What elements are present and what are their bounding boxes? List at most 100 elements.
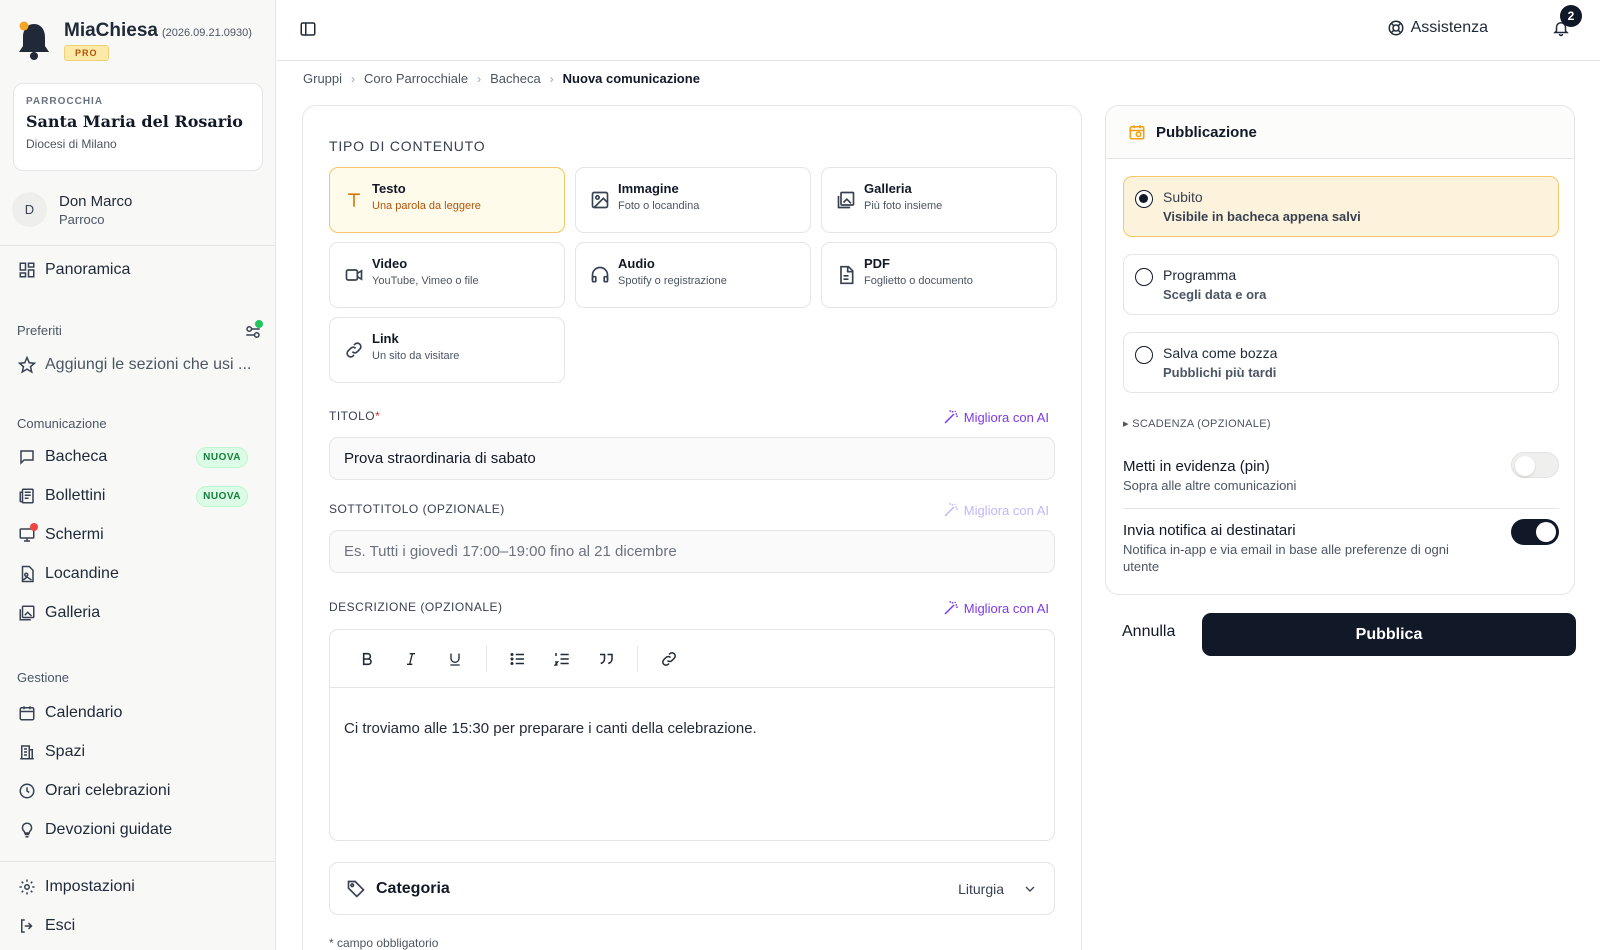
subtitle-input[interactable]: Es. Tutti i giovedì 17:00–19:00 fino al …: [329, 530, 1055, 573]
description-text[interactable]: Ci troviamo alle 15:30 per preparare i c…: [330, 688, 1054, 769]
type-subtitle: Una parola da leggere: [372, 200, 481, 212]
italic-icon[interactable]: [394, 642, 428, 676]
type-subtitle: Spotify o registrazione: [618, 275, 727, 287]
avatar: D: [12, 192, 47, 227]
app-name: MiaChiesa: [64, 20, 158, 41]
sidebar-item-spazi[interactable]: Spazi: [18, 740, 258, 764]
save-draft-option[interactable]: Salva come bozza Pubblichi più tardi: [1123, 332, 1559, 393]
type-text-option[interactable]: Testo Una parola da leggere: [329, 167, 565, 233]
type-title: PDF: [864, 256, 890, 271]
status-dot: [255, 320, 263, 328]
sidebar-item-settings[interactable]: Impostazioni: [18, 875, 258, 899]
expiry-toggle[interactable]: ▸ SCADENZA (OPZIONALE): [1123, 417, 1271, 430]
type-audio-option[interactable]: Audio Spotify o registrazione: [575, 242, 811, 308]
new-badge: NUOVA: [196, 446, 248, 468]
bullet-list-icon[interactable]: [501, 642, 535, 676]
brand[interactable]: MiaChiesa (2026.09.21.0930) PRO: [16, 20, 252, 62]
top-bar: Assistenza 2: [277, 0, 1600, 61]
type-gallery-option[interactable]: Galleria Più foto insieme: [821, 167, 1057, 233]
gallery-icon: [19, 605, 35, 621]
help-button[interactable]: Assistenza: [1387, 19, 1488, 37]
radio-selected[interactable]: [1135, 190, 1153, 208]
notify-toggle[interactable]: [1511, 519, 1559, 545]
sidebar-item-label: Panoramica: [45, 261, 131, 278]
sidebar-item-galleria[interactable]: Galleria: [18, 601, 258, 625]
sidebar-item-bacheca[interactable]: Bacheca NUOVA: [18, 445, 258, 469]
type-subtitle: Un sito da visitare: [372, 350, 460, 362]
underline-icon[interactable]: [438, 642, 472, 676]
link-icon: [346, 342, 362, 358]
sidebar-item-label: Spazi: [45, 743, 86, 760]
publish-now-option[interactable]: Subito Visibile in bacheca appena salvi: [1123, 176, 1559, 237]
favorites-add[interactable]: Aggiungi le sezioni che usi ...: [18, 353, 258, 377]
type-image-option[interactable]: Immagine Foto o locandina: [575, 167, 811, 233]
description-editor: Ci troviamo alle 15:30 per preparare i c…: [329, 629, 1055, 841]
magic-wand-icon: [944, 503, 958, 517]
ai-improve-description-button[interactable]: Migliora con AI: [942, 599, 1049, 617]
notifications-button[interactable]: 2: [1552, 5, 1582, 38]
pin-title: Metti in evidenza (pin): [1123, 458, 1270, 475]
numbered-list-icon[interactable]: [545, 642, 579, 676]
option-subtitle: Pubblichi più tardi: [1163, 365, 1277, 380]
pin-toggle[interactable]: [1511, 452, 1559, 478]
sidebar-item-calendario[interactable]: Calendario: [18, 701, 258, 725]
breadcrumb-item[interactable]: Bacheca: [490, 71, 541, 86]
bold-icon[interactable]: [350, 642, 384, 676]
sidebar-toggle-icon[interactable]: [299, 20, 317, 38]
lightbulb-icon: [21, 822, 33, 838]
divider: [0, 861, 276, 862]
triangle-right-icon: ▸: [1123, 418, 1133, 430]
breadcrumb-item[interactable]: Coro Parrocchiale: [364, 71, 468, 86]
sidebar-item-label: Galleria: [45, 604, 101, 621]
sidebar-item-label: Esci: [45, 917, 76, 934]
sidebar-item-overview[interactable]: Panoramica: [18, 258, 258, 282]
user-role: Parroco: [59, 211, 105, 227]
cancel-button[interactable]: Annulla: [1122, 623, 1175, 641]
type-pdf-option[interactable]: PDF Foglietto o documento: [821, 242, 1057, 308]
category-select[interactable]: Categoria Liturgia: [329, 862, 1055, 915]
breadcrumb-item[interactable]: Gruppi: [303, 71, 342, 86]
poster-icon: [21, 565, 34, 583]
chevron-down-icon: [1025, 886, 1035, 892]
sidebar: MiaChiesa (2026.09.21.0930) PRO PARROCCHI…: [0, 0, 276, 950]
chevron-right-icon: ›: [477, 71, 482, 86]
notification-count: 2: [1560, 5, 1582, 27]
parish-name: Santa Maria del Rosario: [26, 112, 243, 131]
ai-improve-title-button[interactable]: Migliora con AI: [942, 408, 1049, 426]
alert-dot: [30, 523, 38, 531]
radio[interactable]: [1135, 346, 1153, 364]
type-link-option[interactable]: Link Un sito da visitare: [329, 317, 565, 383]
toolbar-divider: [486, 645, 487, 672]
option-title: Subito: [1163, 189, 1203, 205]
gear-icon: [19, 879, 35, 895]
gallery-icon: [837, 191, 855, 209]
option-title: Programma: [1163, 267, 1237, 283]
sidebar-item-devozioni[interactable]: Devozioni guidate: [18, 818, 258, 842]
type-video-option[interactable]: Video YouTube, Vimeo o file: [329, 242, 565, 308]
sidebar-item-locandine[interactable]: Locandine: [18, 562, 258, 586]
ai-label: Migliora con AI: [963, 409, 1049, 425]
sidebar-item-label: Schermi: [45, 526, 104, 543]
link-icon[interactable]: [652, 642, 686, 676]
content-type-label: TIPO DI CONTENUTO: [329, 138, 486, 154]
sidebar-item-bollettini[interactable]: Bollettini NUOVA: [18, 484, 258, 508]
customize-favorites-icon[interactable]: [244, 320, 263, 341]
parish-card[interactable]: PARROCCHIA Santa Maria del Rosario Dioce…: [13, 83, 263, 171]
notify-subtitle: Notifica in-app e via email in base alle…: [1123, 542, 1449, 574]
title-input[interactable]: Prova straordinaria di sabato: [329, 437, 1055, 480]
editor-toolbar: [330, 630, 1054, 688]
publish-schedule-option[interactable]: Programma Scegli data e ora: [1123, 254, 1559, 315]
sidebar-item-logout[interactable]: Esci: [18, 914, 258, 938]
text-icon: [348, 193, 360, 207]
quote-icon[interactable]: [589, 642, 623, 676]
sidebar-item-schermi[interactable]: Schermi: [18, 523, 258, 547]
publish-button[interactable]: Pubblica: [1202, 613, 1576, 656]
ai-improve-subtitle-button[interactable]: Migliora con AI: [942, 501, 1049, 519]
radio[interactable]: [1135, 268, 1153, 286]
sidebar-item-orari[interactable]: Orari celebrazioni: [18, 779, 258, 803]
description-label: DESCRIZIONE (OPZIONALE): [329, 600, 503, 614]
bell-logo-icon: [16, 20, 52, 62]
compose-form: TIPO DI CONTENUTO Testo Una parola da le…: [302, 105, 1082, 950]
user-profile[interactable]: D Don Marco Parroco: [12, 192, 132, 227]
type-subtitle: YouTube, Vimeo o file: [372, 275, 479, 287]
